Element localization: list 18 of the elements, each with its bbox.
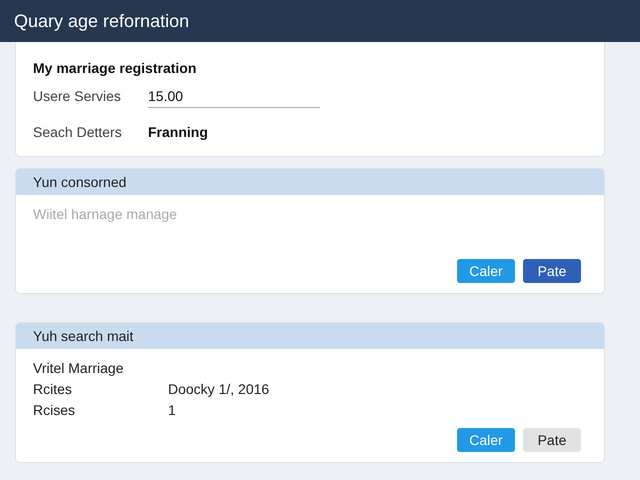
action-button[interactable]: Pate [523, 428, 581, 452]
panel-header: Yuh search mait [16, 323, 604, 349]
info-value: 1 [168, 402, 176, 418]
info-label: Vritel Marriage [33, 360, 125, 376]
field-value: Franning [148, 124, 208, 140]
field-label: Seach Detters [33, 124, 123, 140]
info-value: Doocky 1/, 2016 [168, 380, 270, 396]
field-label: Usere Servies [33, 88, 122, 104]
info-label: Rcites [33, 380, 73, 396]
panel-header: Yun consorned [16, 169, 604, 195]
info-label: Rcises [33, 402, 76, 418]
action-button[interactable]: Caler [457, 259, 515, 283]
input-field[interactable]: 15.00 [148, 84, 320, 108]
card-heading: My marriage registration [33, 60, 198, 76]
action-button[interactable]: Pate [523, 259, 581, 283]
window-title: Quary age refornation [14, 10, 190, 32]
action-button[interactable]: Caler [457, 428, 515, 452]
info-label: Wiitel harnage manage [33, 206, 177, 222]
